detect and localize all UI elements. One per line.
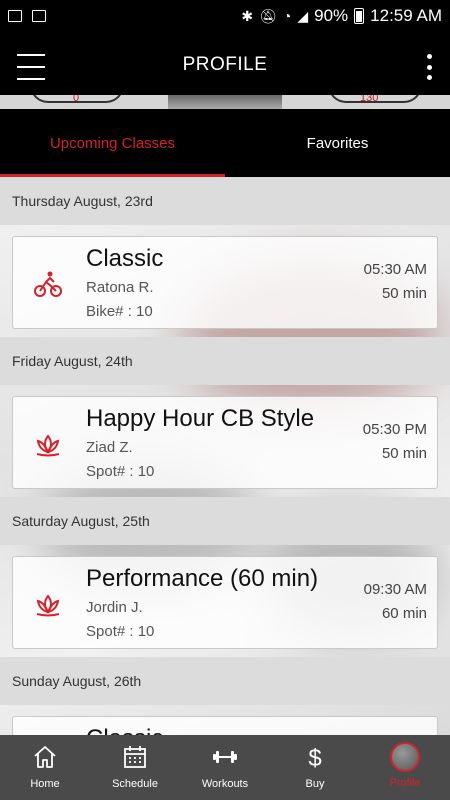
lotus-icon [36,594,60,617]
signal-icon: ◢ [297,7,309,24]
dollar-icon: $ [308,745,321,770]
profile-photo-strip [168,95,282,109]
wifi-icon: ◔ [282,8,292,24]
class-time: 05:30 PM [362,421,427,438]
class-card[interactable]: Performance (60 min) Jordin J. Spot# : 1… [12,556,438,649]
class-card[interactable]: Happy Hour CB Style Ziad Z. Spot# : 10 0… [12,396,438,489]
profile-stats-peek: 0 130 [0,95,450,109]
bluetooth-icon: ✱ [241,7,254,24]
nav-profile[interactable]: Profile [360,735,450,800]
class-duration: 50 min [381,445,427,462]
class-time: 05:30 AM [363,261,427,278]
gallery-notification-icon [8,10,22,22]
home-icon [34,746,56,768]
day-header: Saturday August, 25th [0,497,450,545]
class-card[interactable]: Classic [12,716,438,735]
instructor-name: Jordin J. [86,599,143,616]
cycling-icon [34,271,62,297]
lotus-icon [36,434,60,457]
avatar [390,742,420,772]
calendar-icon [124,746,146,768]
spot-number: Bike# : 10 [86,303,153,320]
spot-number: Spot# : 10 [86,463,155,480]
more-vert-icon [426,54,432,59]
tab-upcoming-classes[interactable]: Upcoming Classes [0,109,225,177]
day-header: Sunday August, 26th [0,657,450,705]
nav-label: Home [30,778,60,790]
dumbbell-icon [213,751,237,763]
stat-value-right: 130 [360,95,379,104]
nav-label: Schedule [112,778,158,790]
class-title: Happy Hour CB Style [86,405,315,432]
tab-favorites[interactable]: Favorites [225,109,450,177]
tab-bar: Upcoming Classes Favorites [0,109,450,177]
page-title: PROFILE [182,54,268,75]
class-title: Classic [86,725,163,735]
instructor-name: Ratona R. [86,279,154,296]
class-card[interactable]: Classic Ratona R. Bike# : 10 05:30 AM 50… [12,236,438,329]
battery-icon [354,8,365,24]
class-title: Performance (60 min) [86,565,319,592]
clock: 12:59 AM [370,6,442,25]
day-header: Thursday August, 23rd [0,177,450,225]
nav-home[interactable]: Home [0,735,90,800]
nav-label: Workouts [201,778,249,790]
nav-buy[interactable]: $ Buy [270,735,360,800]
class-duration: 50 min [381,285,427,302]
class-title: Classic [86,245,164,272]
nav-schedule[interactable]: Schedule [90,735,180,800]
nav-label: Profile [389,777,421,789]
class-time: 09:30 AM [363,581,427,598]
mute-icon: 🔕︎ [259,7,277,24]
app-bar: PROFILE [0,32,450,102]
close-notification-icon [32,10,46,22]
status-bar: ✱ 🔕︎ ◔ ◢ 90% 12:59 AM [0,0,450,32]
spot-number: Spot# : 10 [86,623,155,640]
class-duration: 60 min [381,605,427,622]
stat-value-left: 0 [73,95,80,104]
instructor-name: Ziad Z. [86,439,133,456]
nav-label: Buy [305,778,325,790]
svg-text:$: $ [308,745,321,770]
upcoming-classes-list[interactable]: Thursday August, 23rd Classic Ratona R. … [0,177,450,735]
battery-percent: 90% [314,6,349,25]
bottom-nav: Home Schedule Workouts $ Buy Profile [0,735,450,800]
nav-workouts[interactable]: Workouts [180,735,270,800]
day-header: Friday August, 24th [0,337,450,385]
more-options-button[interactable] [424,54,434,80]
